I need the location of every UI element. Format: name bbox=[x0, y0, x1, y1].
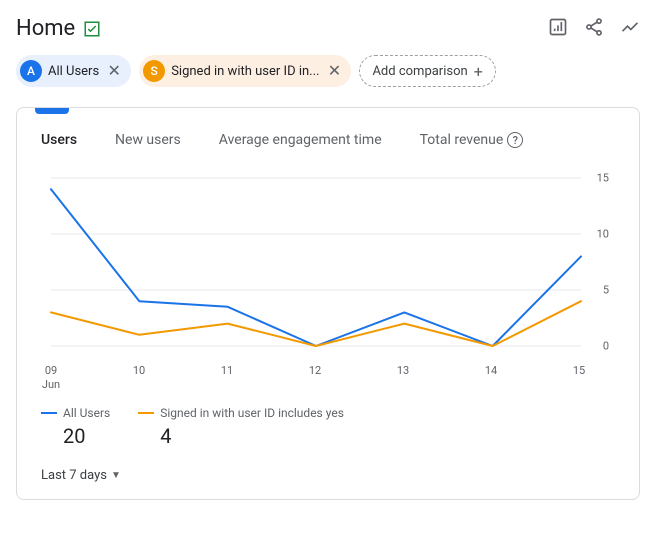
y-tick-5: 5 bbox=[603, 284, 609, 297]
legend-label-b: Signed in with user ID includes yes bbox=[160, 406, 344, 420]
line-chart bbox=[41, 168, 611, 358]
x-tick-11: 11 bbox=[221, 364, 233, 377]
add-comparison-label: Add comparison bbox=[372, 64, 467, 79]
chevron-down-icon: ▼ bbox=[111, 470, 121, 481]
chip-label-a: All Users bbox=[48, 64, 99, 79]
legend-item-all-users: All Users 20 bbox=[41, 406, 110, 448]
legend-swatch-a bbox=[41, 412, 57, 414]
close-icon[interactable]: ✕ bbox=[105, 62, 123, 80]
x-tick-14: 14 bbox=[485, 364, 497, 377]
legend-item-signed-in: Signed in with user ID includes yes 4 bbox=[138, 406, 344, 448]
x-tick-12: 12 bbox=[309, 364, 321, 377]
comparison-chip-all-users[interactable]: A All Users ✕ bbox=[16, 55, 131, 87]
tab-users[interactable]: Users bbox=[41, 132, 77, 148]
chart-area: 15 10 5 0 09 Jun 10 11 12 13 14 15 bbox=[17, 158, 639, 392]
chip-avatar-a: A bbox=[20, 60, 42, 82]
tab-total-revenue-label: Total revenue bbox=[420, 132, 504, 148]
verified-icon bbox=[83, 20, 101, 38]
chip-label-b: Signed in with user ID in... bbox=[171, 64, 319, 79]
help-icon[interactable]: ? bbox=[507, 132, 523, 148]
add-comparison-button[interactable]: Add comparison + bbox=[359, 55, 495, 87]
close-icon[interactable]: ✕ bbox=[325, 62, 343, 80]
tab-avg-engagement[interactable]: Average engagement time bbox=[219, 132, 382, 148]
insights-icon[interactable] bbox=[548, 17, 568, 41]
x-sublabel-jun: Jun bbox=[42, 378, 60, 391]
users-card: Users New users Average engagement time … bbox=[16, 107, 640, 500]
legend-value-a: 20 bbox=[41, 424, 110, 448]
x-tick-10: 10 bbox=[133, 364, 145, 377]
legend-swatch-b bbox=[138, 412, 154, 414]
active-tab-indicator bbox=[35, 107, 69, 114]
x-tick-09: 09 bbox=[45, 364, 57, 377]
x-tick-13: 13 bbox=[397, 364, 409, 377]
date-range-label: Last 7 days bbox=[41, 468, 107, 483]
comparison-chip-signed-in[interactable]: S Signed in with user ID in... ✕ bbox=[139, 55, 351, 87]
trend-icon[interactable] bbox=[620, 17, 640, 41]
share-icon[interactable] bbox=[584, 17, 604, 41]
legend-value-b: 4 bbox=[138, 424, 344, 448]
chip-avatar-b: S bbox=[143, 60, 165, 82]
page-title: Home bbox=[16, 16, 75, 41]
y-tick-0: 0 bbox=[603, 340, 609, 353]
x-tick-15: 15 bbox=[573, 364, 585, 377]
date-range-selector[interactable]: Last 7 days ▼ bbox=[17, 448, 639, 483]
plus-icon: + bbox=[474, 62, 483, 81]
tab-new-users[interactable]: New users bbox=[115, 132, 181, 148]
y-tick-10: 10 bbox=[597, 228, 609, 241]
legend-label-a: All Users bbox=[63, 406, 110, 420]
y-tick-15: 15 bbox=[597, 172, 609, 185]
tab-total-revenue[interactable]: Total revenue ? bbox=[420, 132, 524, 148]
